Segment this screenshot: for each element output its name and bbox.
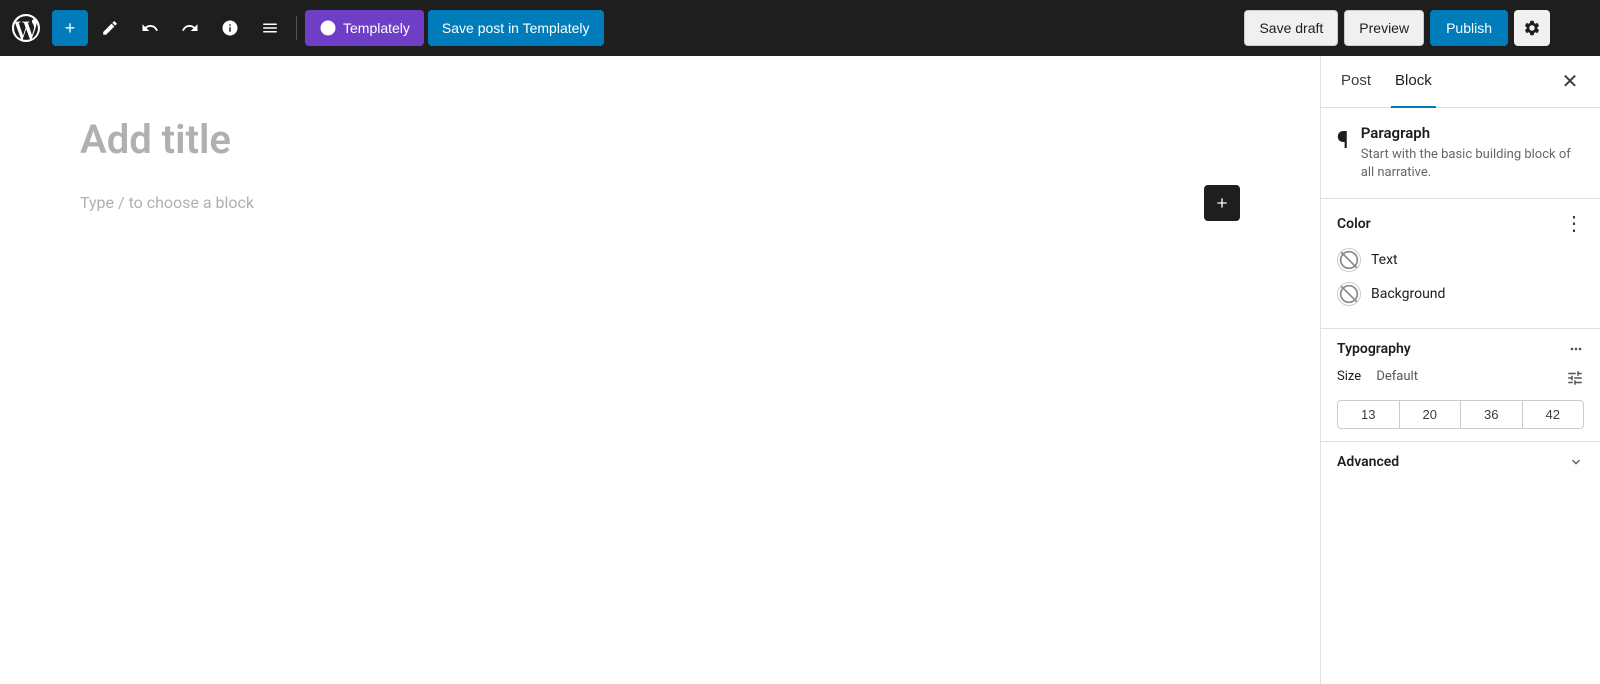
slash-icon	[1339, 250, 1359, 270]
text-color-swatch[interactable]	[1337, 248, 1361, 272]
toolbar: + Templately Save post in Templately Sav…	[0, 0, 1600, 56]
advanced-section-title: Advanced	[1337, 454, 1399, 470]
color-section: Color ⋮ Text Background	[1321, 199, 1600, 329]
templately-icon	[319, 19, 337, 37]
add-block-button[interactable]: +	[52, 10, 88, 46]
info-button[interactable]	[212, 10, 248, 46]
more-vertical-icon	[1565, 19, 1583, 37]
templately-label: Templately	[343, 20, 410, 36]
block-name: Paragraph	[1361, 124, 1584, 142]
size-option-13[interactable]: 13	[1338, 401, 1400, 428]
advanced-section: Advanced	[1321, 442, 1600, 482]
block-placeholder: Type / to choose a block	[80, 193, 1240, 212]
save-draft-button[interactable]: Save draft	[1244, 10, 1338, 46]
text-color-label: Text	[1371, 252, 1398, 268]
info-icon	[221, 19, 239, 37]
block-description: Start with the basic building block of a…	[1361, 146, 1584, 182]
plus-icon	[1214, 195, 1230, 211]
editor-area: Type / to choose a block	[0, 56, 1320, 684]
gear-icon	[1523, 19, 1541, 37]
color-section-title: Color	[1337, 216, 1371, 232]
size-option-20[interactable]: 20	[1400, 401, 1462, 428]
redo-button[interactable]	[172, 10, 208, 46]
undo-icon	[141, 19, 159, 37]
sidebar: Post Block ✕ ¶ Paragraph Start with the …	[1320, 56, 1600, 684]
tab-block[interactable]: Block	[1391, 56, 1436, 108]
size-label-row: Size Default	[1337, 369, 1584, 392]
toolbar-divider	[296, 16, 297, 40]
paragraph-icon: ¶	[1337, 126, 1349, 154]
size-text: Size	[1337, 369, 1361, 384]
preview-button[interactable]: Preview	[1344, 10, 1424, 46]
typography-controls-button[interactable]	[1566, 369, 1584, 392]
typography-section-title: Typography	[1337, 341, 1411, 357]
list-view-button[interactable]	[252, 10, 288, 46]
post-title-input[interactable]	[80, 116, 1240, 163]
sliders-icon	[1566, 369, 1584, 387]
add-block-inline-button[interactable]	[1204, 185, 1240, 221]
sidebar-header: Post Block ✕	[1321, 56, 1600, 108]
publish-button[interactable]: Publish	[1430, 10, 1508, 46]
background-color-swatch[interactable]	[1337, 282, 1361, 306]
size-option-42[interactable]: 42	[1523, 401, 1584, 428]
background-color-label: Background	[1371, 286, 1445, 302]
size-default-text: Default	[1376, 369, 1418, 384]
settings-button[interactable]	[1514, 10, 1550, 46]
advanced-header: Advanced	[1337, 454, 1584, 470]
color-section-header: Color ⋮	[1337, 211, 1584, 236]
color-more-button[interactable]: ⋮	[1564, 211, 1584, 236]
block-info: ¶ Paragraph Start with the basic buildin…	[1321, 108, 1600, 199]
wordpress-icon	[12, 14, 40, 42]
wp-logo	[8, 10, 44, 46]
size-option-36[interactable]: 36	[1461, 401, 1523, 428]
typography-section-header: Typography	[1337, 341, 1584, 357]
pencil-icon	[101, 19, 119, 37]
typography-section: Typography Size Default 13 20 36 42	[1321, 329, 1600, 442]
list-icon	[261, 19, 279, 37]
toolbar-right: Save draft Preview Publish	[1244, 10, 1592, 46]
advanced-toggle-button[interactable]	[1568, 454, 1584, 470]
undo-button[interactable]	[132, 10, 168, 46]
templately-button[interactable]: Templately	[305, 10, 424, 46]
text-color-row: Text	[1337, 248, 1584, 272]
edit-button[interactable]	[92, 10, 128, 46]
chevron-down-icon	[1568, 454, 1584, 470]
redo-icon	[181, 19, 199, 37]
size-options: 13 20 36 42	[1337, 400, 1584, 429]
save-post-templately-button[interactable]: Save post in Templately	[428, 10, 604, 46]
background-color-row: Background	[1337, 282, 1584, 306]
main-layout: Type / to choose a block Post Block ✕ ¶ …	[0, 56, 1600, 684]
size-label: Size Default	[1337, 369, 1418, 384]
save-post-templately-label: Save post in Templately	[442, 20, 590, 36]
more-options-button[interactable]	[1556, 10, 1592, 46]
tab-post[interactable]: Post	[1337, 56, 1375, 108]
slash-icon-bg	[1339, 284, 1359, 304]
more-horiz-icon	[1568, 341, 1584, 357]
block-placeholder-text: Type / to choose a block	[80, 193, 1240, 212]
close-sidebar-button[interactable]: ✕	[1556, 68, 1584, 96]
typography-more-button[interactable]	[1568, 341, 1584, 357]
block-details: Paragraph Start with the basic building …	[1361, 124, 1584, 182]
